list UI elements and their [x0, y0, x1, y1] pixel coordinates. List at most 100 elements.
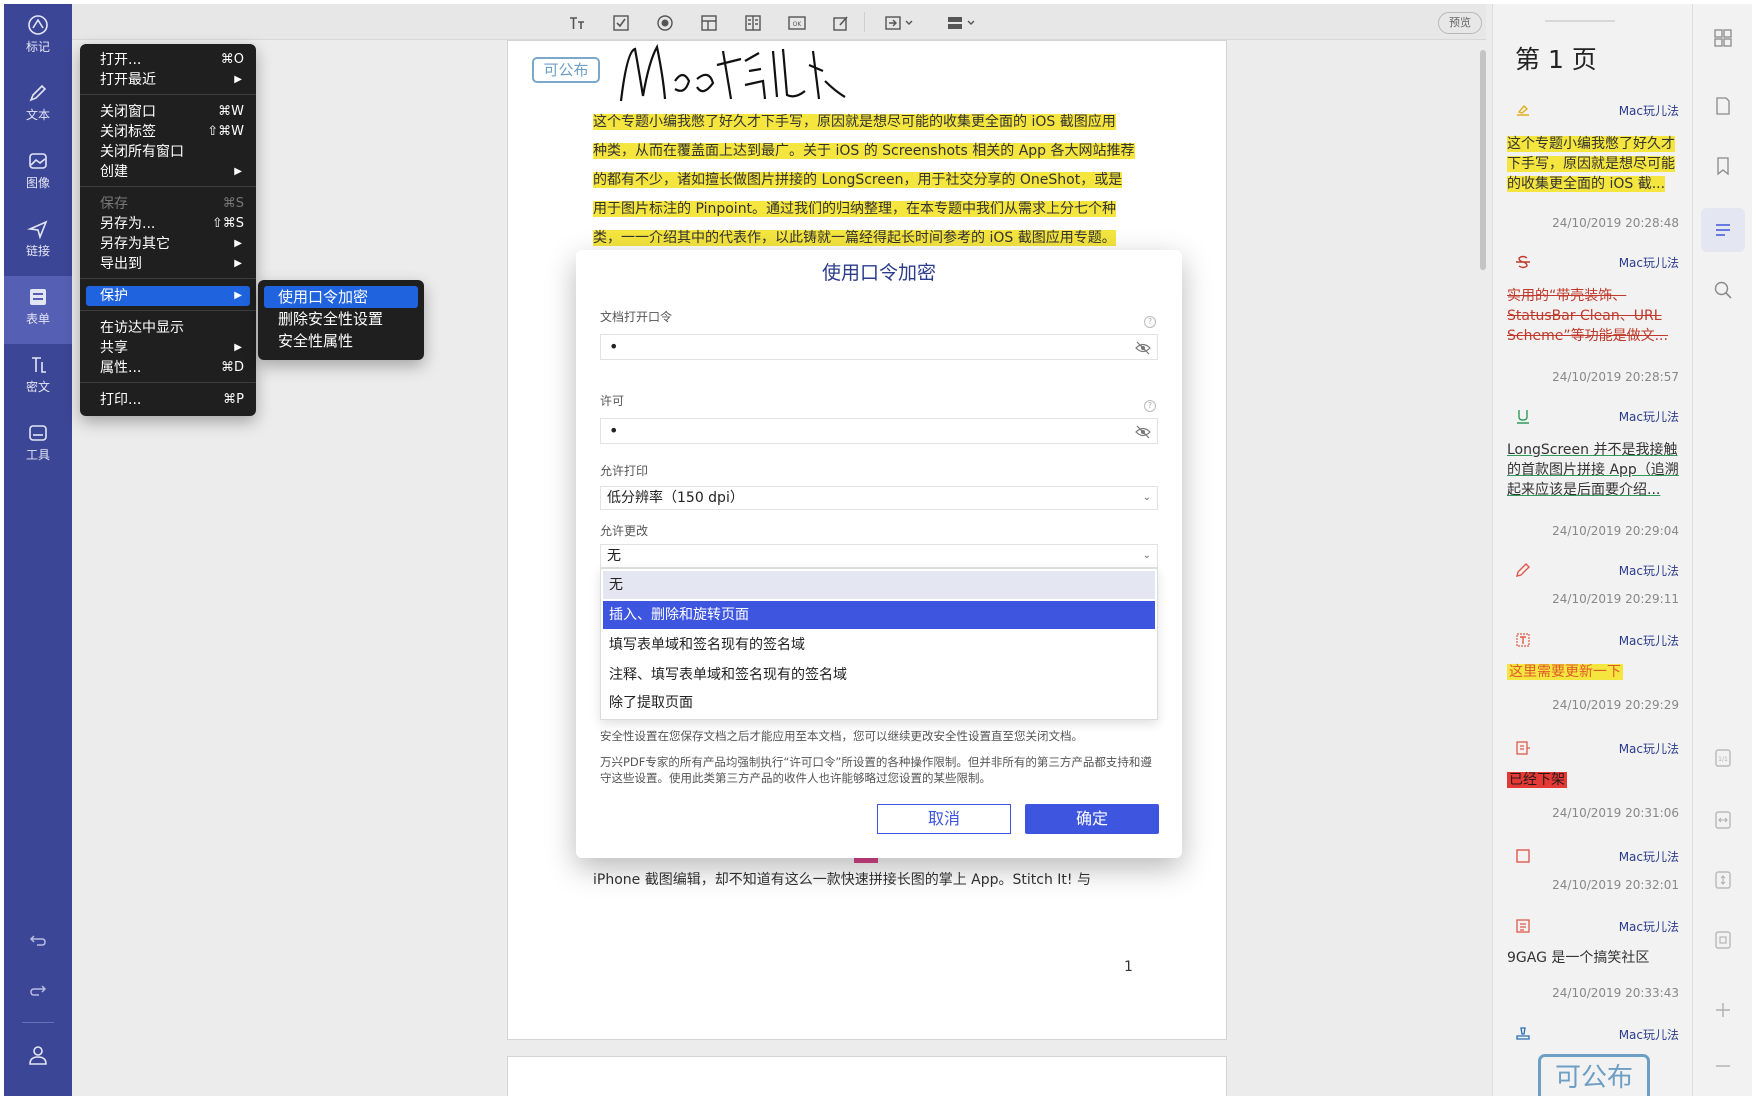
list-box-icon[interactable]: [744, 14, 762, 32]
menu-item-close-tab[interactable]: 关闭标签 ⇧⌘W: [86, 122, 250, 142]
annotation-author: Mac玩儿法: [1618, 564, 1679, 578]
security-note: 安全性设置在您保存文档之后才能应用至本文档，您可以继续更改安全性设置直至您关闭文…: [600, 729, 1083, 743]
permission-password-field[interactable]: •: [600, 418, 1158, 444]
nav-item-text[interactable]: 文本: [4, 72, 72, 140]
body-text-line: iPhone 截图编辑，却不知道有这么一款快速拼接长图的掌上 App。Stitc…: [593, 872, 1091, 888]
ok-button[interactable]: 确定: [1025, 804, 1159, 834]
account-button[interactable]: [4, 1044, 72, 1070]
menu-item-create[interactable]: 创建 ▶: [86, 162, 250, 182]
dropdown-option[interactable]: 除了提取页面: [603, 689, 1155, 717]
search-icon[interactable]: [1713, 280, 1733, 300]
align-dropdown-icon[interactable]: [884, 14, 918, 32]
handwritten-signature[interactable]: [613, 41, 853, 111]
annotation-time: 24/10/2019 20:32:01: [1552, 878, 1679, 892]
menu-item-print[interactable]: 打印... ⌘P: [86, 390, 250, 410]
stamp-preview[interactable]: 可公布: [1538, 1054, 1650, 1096]
zoom-out-icon[interactable]: [1713, 1056, 1733, 1076]
vertical-scrollbar[interactable]: [1480, 50, 1486, 270]
menu-item-close-window[interactable]: 关闭窗口 ⌘W: [86, 102, 250, 122]
submenu-arrow-icon: ▶: [234, 238, 242, 249]
distribute-dropdown-icon[interactable]: [946, 14, 980, 32]
redo-button[interactable]: [4, 980, 72, 1004]
annotation-time: 24/10/2019 20:31:06: [1552, 806, 1679, 820]
nav-label: 表单: [25, 312, 50, 326]
nav-label: 链接: [25, 244, 50, 258]
menu-item-close-all[interactable]: 关闭所有窗口: [86, 142, 250, 162]
allow-print-label: 允许打印: [600, 464, 649, 478]
text-line: 类，一一介绍其中的代表作，以此铸就一篇经得起长时间参考的 iOS 截图应用专题。: [593, 230, 1116, 246]
combo-box-icon[interactable]: [700, 14, 718, 32]
strikethrough-icon: [1516, 255, 1530, 269]
annotation-list-icon[interactable]: [1713, 220, 1733, 240]
signature-field-icon[interactable]: [832, 14, 850, 32]
fit-height-icon[interactable]: [1713, 870, 1733, 890]
underline-icon: [1517, 410, 1529, 424]
pencil-icon: [1516, 563, 1530, 577]
menu-item-save-other[interactable]: 另存为其它 ▶: [86, 234, 250, 254]
menu-item-properties[interactable]: 属性... ⌘D: [86, 358, 250, 378]
menu-item-open[interactable]: 打开... ⌘O: [86, 50, 250, 70]
annotation-time: 24/10/2019 20:28:48: [1552, 216, 1679, 230]
pencil-icon: [29, 84, 47, 102]
nav-item-image[interactable]: 图像: [4, 140, 72, 208]
redact-icon: [32, 357, 46, 373]
undo-icon: [29, 935, 46, 946]
dropdown-option-selected[interactable]: 插入、删除和旋转页面: [603, 601, 1155, 629]
nav-item-markup[interactable]: 标记: [4, 4, 72, 72]
user-icon: [29, 1046, 47, 1065]
note-icon: [1516, 919, 1530, 933]
annotation-author: Mac玩儿法: [1618, 634, 1679, 648]
preview-button[interactable]: 预览: [1438, 12, 1482, 34]
menu-item-save: 保存 ⌘S: [100, 196, 244, 212]
annotation-time: 24/10/2019 20:29:04: [1552, 524, 1679, 538]
allow-print-select[interactable]: 低分辨率（150 dpi） ⌄: [600, 486, 1158, 510]
nav-item-link[interactable]: 链接: [4, 208, 72, 276]
fit-width-icon[interactable]: [1713, 810, 1733, 830]
zoom-in-icon[interactable]: [1713, 1000, 1733, 1020]
dropdown-option[interactable]: 注释、填写表单域和签名现有的签名域: [603, 661, 1155, 689]
page-icon[interactable]: [1713, 96, 1733, 116]
highlighted-paragraph[interactable]: 这个专题小编我憋了好久才下手写，原因就是想尽可能的收集更全面的 iOS 截图应用…: [593, 111, 1143, 256]
annotation-author: Mac玩儿法: [1618, 920, 1679, 934]
annotation-text: 9GAG 是一个搞笑社区: [1507, 950, 1650, 966]
annotation-sidebar: 第 1 页 Mac玩儿法 这个专题小编我憋了好久才下手写，原因就是想尽可能的收集…: [1492, 4, 1692, 1096]
menu-item-security-properties[interactable]: 安全性属性: [264, 330, 418, 352]
eye-hidden-icon[interactable]: [1135, 425, 1151, 439]
menu-item-save-as[interactable]: 另存为... ⇧⌘S: [86, 214, 250, 234]
text-field-icon[interactable]: [568, 14, 586, 32]
cancel-button[interactable]: 取消: [877, 804, 1011, 834]
image-icon: [29, 153, 47, 169]
menu-item-open-recent[interactable]: 打开最近 ▶: [86, 70, 250, 90]
bookmark-icon[interactable]: [1713, 156, 1733, 176]
undo-button[interactable]: [4, 930, 72, 954]
menu-item-share[interactable]: 共享 ▶: [86, 338, 250, 358]
thumbnails-icon[interactable]: [1713, 28, 1733, 48]
help-icon[interactable]: ?: [1144, 316, 1156, 328]
menu-item-show-in-finder[interactable]: 在访达中显示: [86, 318, 250, 338]
dropdown-option[interactable]: 无: [603, 571, 1155, 599]
actual-size-icon[interactable]: [1713, 930, 1733, 950]
nav-item-form[interactable]: 表单: [4, 276, 72, 344]
menu-item-export[interactable]: 导出到 ▶: [86, 254, 250, 274]
menu-item-remove-security[interactable]: 删除安全性设置: [264, 308, 418, 330]
nav-divider: [22, 1022, 54, 1023]
button-icon[interactable]: OK: [788, 14, 806, 32]
help-icon[interactable]: ?: [1144, 400, 1156, 412]
app-window: 标记 文本 图像 链接 表单 密文 工具 OK 预览 可公布 这个专题小编我憋了…: [4, 4, 1752, 1096]
radio-button-icon[interactable]: [656, 14, 674, 32]
panel-handle[interactable]: [1545, 20, 1615, 22]
submenu-arrow-icon: ▶: [234, 290, 242, 301]
page-fit-icon[interactable]: 1/1: [1713, 748, 1733, 768]
menu-item-protect[interactable]: 保护 ▶: [86, 286, 250, 306]
open-password-field[interactable]: •: [600, 334, 1158, 360]
textbox-icon: [1516, 633, 1530, 647]
checkbox-icon[interactable]: [612, 14, 630, 32]
dropdown-option[interactable]: 填写表单域和签名现有的签名域: [603, 631, 1155, 659]
nav-item-tools[interactable]: 工具: [4, 412, 72, 480]
annotation-time: 24/10/2019 20:29:11: [1552, 592, 1679, 606]
stamp-annotation[interactable]: 可公布: [532, 57, 600, 83]
allow-change-select[interactable]: 无 ⌄: [600, 544, 1158, 568]
nav-item-redact[interactable]: 密文: [4, 344, 72, 412]
menu-item-encrypt-password[interactable]: 使用口令加密: [264, 286, 418, 308]
eye-hidden-icon[interactable]: [1135, 341, 1151, 355]
